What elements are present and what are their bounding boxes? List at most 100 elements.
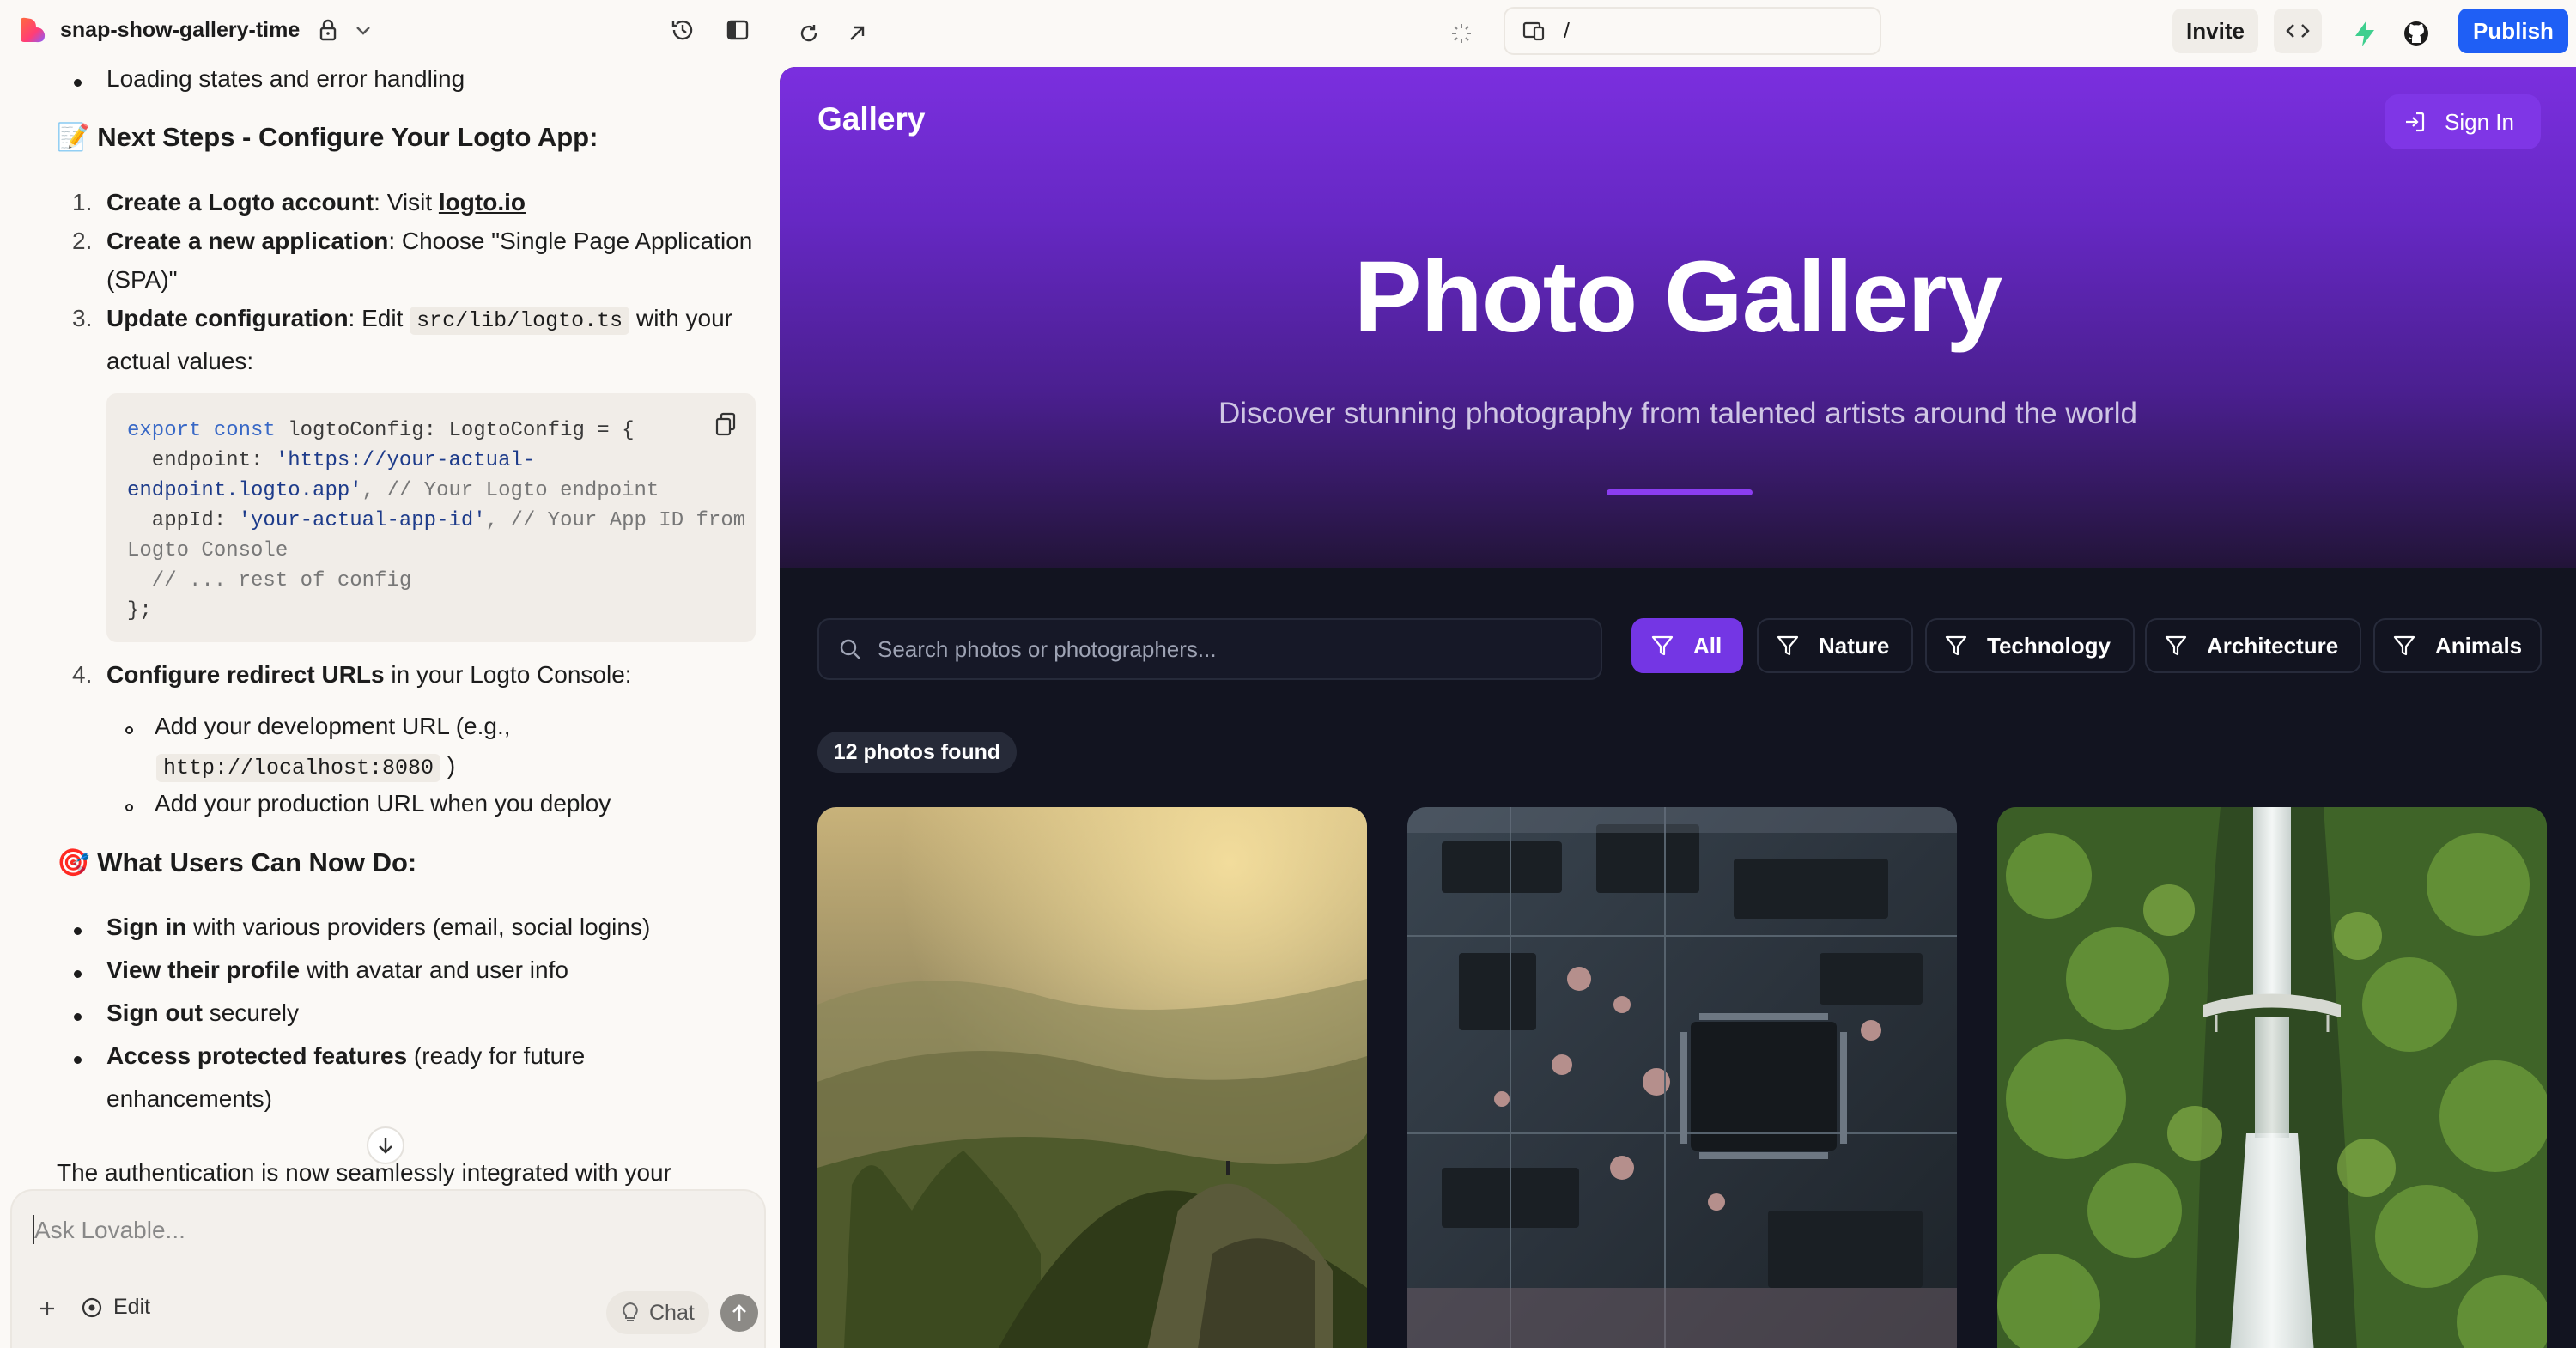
user-item-bold: Sign in [106,914,187,940]
supabase-button[interactable] [2346,15,2384,52]
sub-bullet-dev-cont: http://localhost:8080 ) [156,752,456,782]
add-button[interactable] [38,1299,57,1318]
scroll-down-button[interactable] [367,1126,404,1164]
code-token: appId: [127,509,239,532]
url-bar[interactable]: / [1504,7,1881,55]
search-input[interactable]: Search photos or photographers... [817,618,1602,680]
edit-button[interactable]: Edit [81,1295,150,1320]
sign-in-icon [2406,112,2425,132]
user-item-cont: enhancements) [106,1085,273,1112]
step-number: 1. [72,189,93,216]
device-toggle-button[interactable] [1443,15,1480,52]
user-item-text: with avatar and user info [300,956,568,983]
filter-icon [2165,635,2187,656]
bullet-dot [74,1056,82,1064]
user-item-bold: Access protected features [106,1042,408,1069]
preview-toolbar: / Invite Publish [780,0,2576,67]
filter-nature[interactable]: Nature [1757,618,1913,673]
lock-icon[interactable] [319,19,337,41]
chat-mode-button[interactable]: Chat [606,1291,709,1334]
user-item-text: securely [202,999,300,1026]
sidebar-toggle-icon[interactable] [723,15,752,45]
filter-icon [1651,635,1674,656]
inline-code: http://localhost:8080 [156,754,441,782]
filter-architecture[interactable]: Architecture [2145,618,2361,673]
filter-animals[interactable]: Animals [2373,618,2542,673]
edit-label: Edit [113,1295,151,1319]
next-steps-heading: 📝 Next Steps - Configure Your Logto App: [57,122,598,152]
user-item: Sign out securely [106,999,299,1027]
arrow-down-icon [379,1138,392,1154]
code-token: endpoint.logto.app' [127,479,362,502]
target-icon [82,1297,102,1317]
step-2: Create a new application: Choose "Single… [106,228,752,255]
step-4-text: in your Logto Console: [384,661,632,688]
bullet-dot [74,79,82,87]
project-name[interactable]: snap-show-gallery-time [60,18,300,43]
lovable-logo-icon [21,17,46,43]
refresh-button[interactable] [790,15,828,52]
photo-card-mountain[interactable] [817,807,1367,1348]
step-4-bold: Configure redirect URLs [106,661,385,688]
filter-label: Animals [2435,632,2523,659]
chat-label: Chat [649,1300,695,1325]
circuit-photo [1407,807,1957,1348]
bullet-dot [74,1013,82,1021]
filter-all[interactable]: All [1631,618,1743,673]
step-1-bold: Create a Logto account [106,189,374,216]
sign-in-label: Sign In [2445,108,2514,135]
devices-icon [1522,21,1545,41]
app-preview: Gallery Sign In Photo Gallery Discover s… [780,67,2576,1348]
composer-input[interactable]: Ask Lovable... [34,1217,185,1244]
github-icon [2404,21,2428,46]
github-button[interactable] [2397,15,2435,52]
code-view-button[interactable] [2274,9,2322,53]
dev-url-suffix: ) [440,752,456,779]
hero-section: Gallery Sign In Photo Gallery Discover s… [780,67,2576,568]
sign-in-button[interactable]: Sign In [2385,94,2541,149]
send-button[interactable] [720,1294,758,1332]
sub-bullet-dev: Add your development URL (e.g., [155,713,511,739]
copy-icon[interactable] [714,412,737,436]
bullet-dot [125,726,133,734]
code-token: // ... rest of config [127,569,412,592]
arrow-up-icon [732,1304,746,1321]
code-icon [2286,24,2310,38]
logto-link[interactable]: logto.io [439,189,526,216]
step-number: 3. [72,305,93,331]
user-item-text: with various providers (email, social lo… [186,914,651,940]
gallery-brand[interactable]: Gallery [817,101,925,137]
inline-code: src/lib/logto.ts [410,307,630,335]
hero-title: Photo Gallery [1353,240,2002,354]
filter-technology[interactable]: Technology [1925,618,2135,673]
code-token: export const [127,419,276,442]
step-3-text: : Edit [348,305,410,331]
code-token: 'https://your-actual- [275,449,536,472]
filter-icon [1945,635,1967,656]
step-3-bold: Update configuration [106,305,349,331]
open-external-button[interactable] [838,15,876,52]
step-3-cont: actual values: [106,348,254,374]
invite-button[interactable]: Invite [2172,9,2258,53]
publish-button[interactable]: Publish [2458,9,2568,53]
search-placeholder: Search photos or photographers... [878,635,1217,662]
lightning-icon [2355,21,2374,46]
code-token: 'your-actual-app-id' [238,509,486,532]
bullet-dot [125,804,133,811]
history-icon[interactable] [668,15,697,45]
photo-card-waterfall[interactable] [1997,807,2547,1348]
step-2-cont: (SPA)" [106,266,178,293]
users-heading: 🎯 What Users Can Now Do: [57,847,417,877]
chevron-down-icon[interactable] [355,24,372,36]
user-item-bold: View their profile [106,956,301,983]
step-2-bold: Create a new application [106,228,389,254]
photo-card-circuit[interactable] [1407,807,1957,1348]
chat-composer[interactable]: Ask Lovable... Edit Chat [10,1189,766,1348]
code-token: logtoConfig: LogtoConfig = { [275,419,635,442]
code-token: , // Your App ID from [485,509,746,532]
hero-subtitle: Discover stunning photography from talen… [1218,397,2138,430]
code-token: Logto Console [127,539,289,562]
list-item: Loading states and error handling [106,65,465,92]
refresh-icon [800,25,817,42]
bullet-dot [74,970,82,978]
